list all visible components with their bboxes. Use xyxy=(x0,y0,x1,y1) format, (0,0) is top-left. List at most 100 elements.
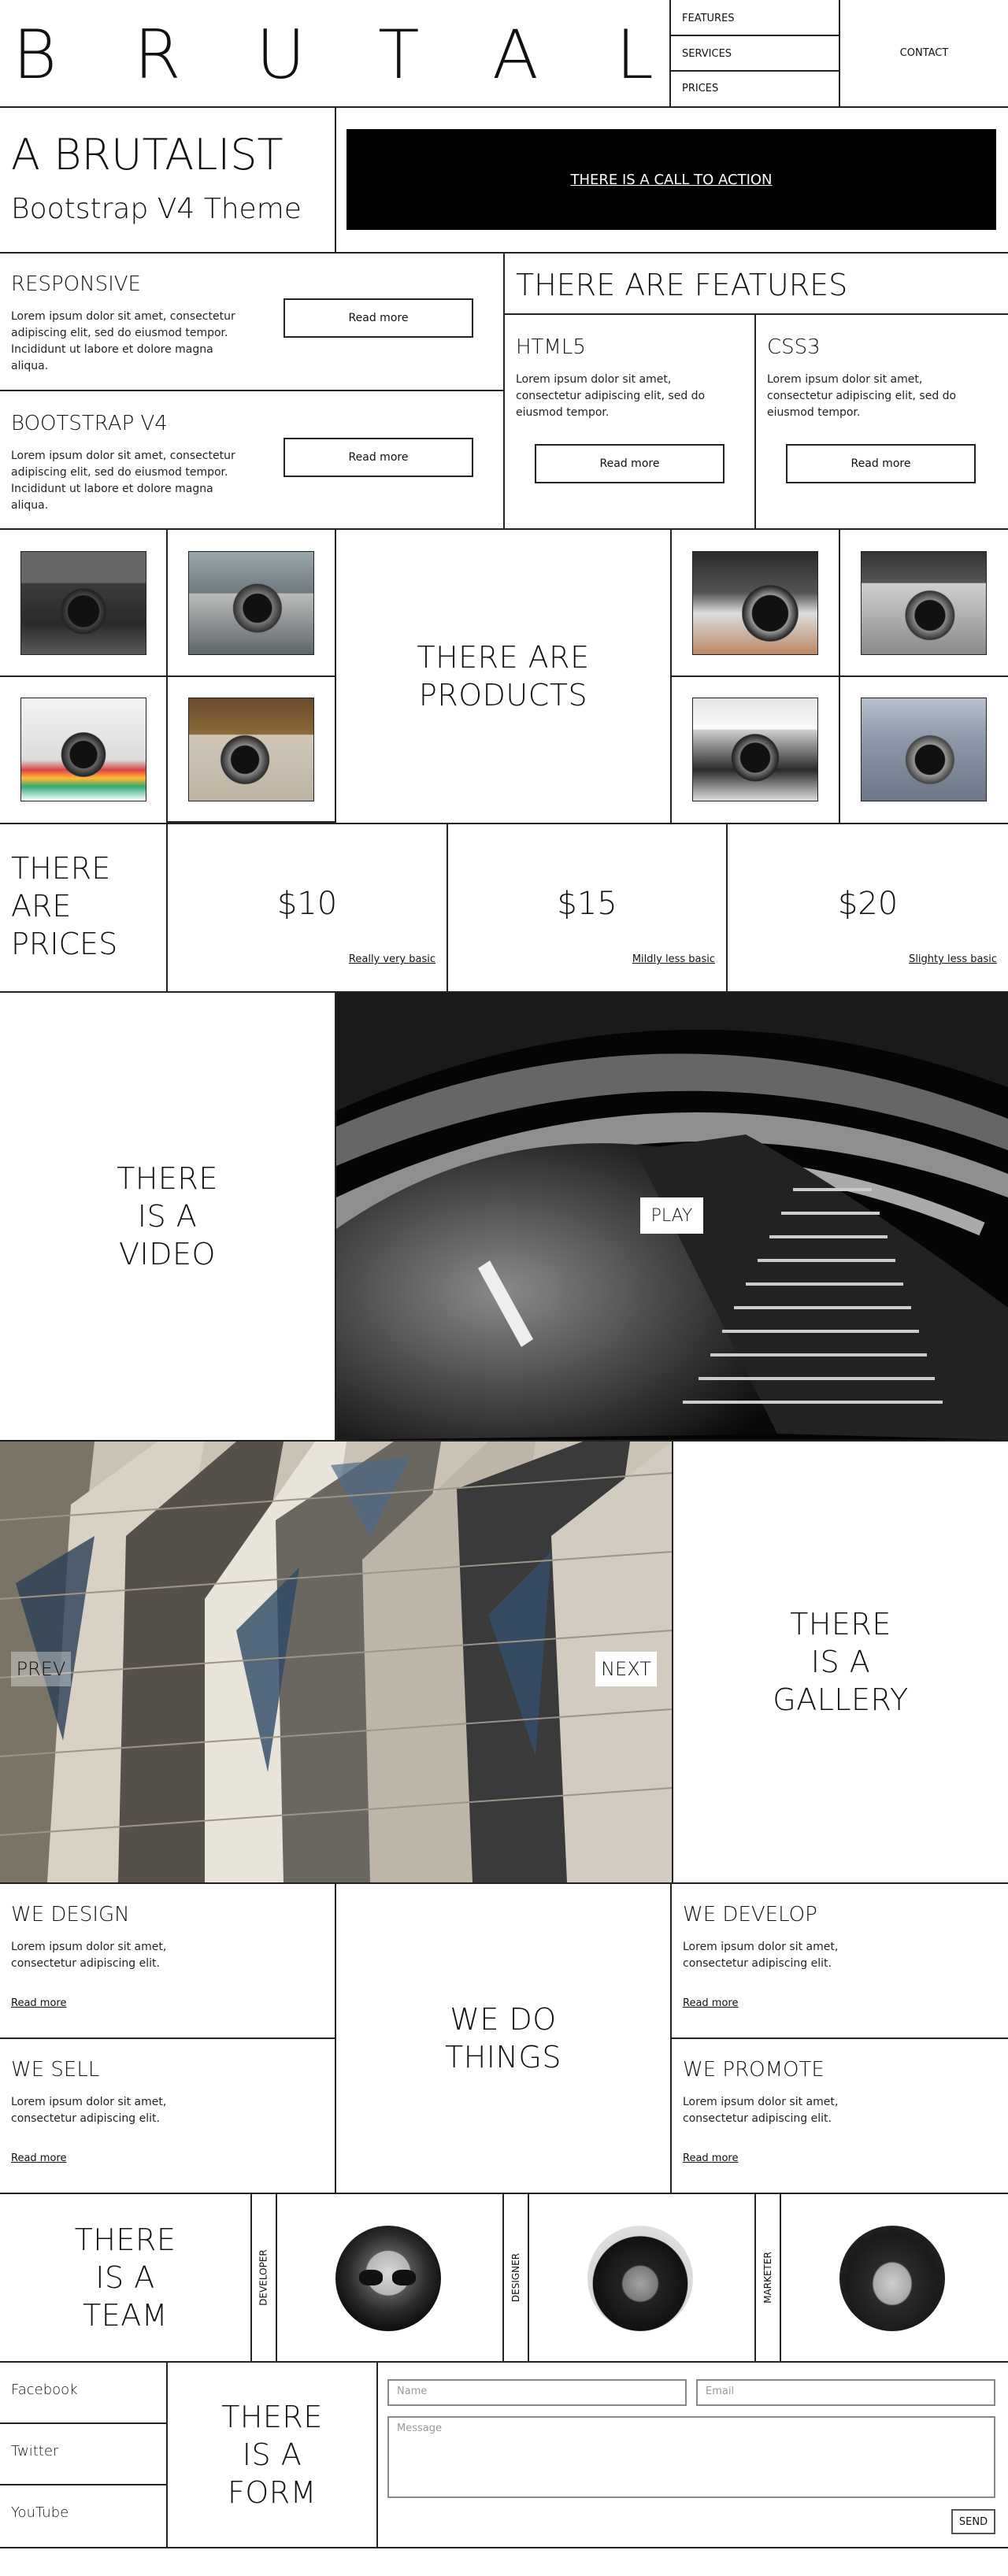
price-label[interactable]: Mildly less basic xyxy=(632,953,715,965)
logo-letter-t: T xyxy=(378,16,420,94)
products-section: THERE ARE PRODUCTS xyxy=(0,530,1008,824)
team-member-designer[interactable] xyxy=(529,2194,756,2361)
camera-image xyxy=(692,551,818,655)
cta-button[interactable]: THERE IS A CALL TO ACTION xyxy=(346,129,996,230)
price-plan-premium[interactable]: $20 Slighty less basic xyxy=(728,824,1008,991)
services-heading-line1: WE DO xyxy=(450,2002,557,2037)
price-plan-mild[interactable]: $15 Mildly less basic xyxy=(448,824,728,991)
gallery-section: PREV NEXT THERE IS A GALLERY xyxy=(0,1440,1008,1884)
service-read-more-link[interactable]: Read more xyxy=(683,2152,738,2164)
hero-section: A BRUTALIST Bootstrap V4 Theme THERE IS … xyxy=(0,108,1008,254)
hero-title-block: A BRUTALIST Bootstrap V4 Theme xyxy=(0,108,336,252)
service-title: WE DEVELOP xyxy=(683,1903,817,1926)
team-heading-line2: IS A xyxy=(95,2260,155,2295)
camera-image xyxy=(861,551,987,655)
css3-read-more-button[interactable]: Read more xyxy=(786,444,976,483)
camera-image xyxy=(188,551,314,655)
product-cell[interactable] xyxy=(168,677,336,823)
video-heading-line3: VIDEO xyxy=(119,1237,216,1271)
contact-form: Name Email Message SEND xyxy=(378,2363,1008,2547)
product-cell[interactable] xyxy=(840,677,1008,823)
social-link-facebook[interactable]: Facebook xyxy=(0,2363,166,2424)
prices-section: THERE ARE PRICES $10 Really very basic $… xyxy=(0,824,1008,993)
team-heading-line3: TEAM xyxy=(82,2298,168,2333)
email-field[interactable]: Email xyxy=(696,2379,995,2406)
prices-heading-line3: PRICES xyxy=(11,927,118,961)
message-field[interactable]: Message xyxy=(387,2416,995,2498)
gallery-heading-line2: IS A xyxy=(810,1645,871,1679)
nav-item-prices[interactable]: PRICES xyxy=(671,72,839,106)
social-link-twitter[interactable]: Twitter xyxy=(0,2424,166,2485)
price-plan-basic[interactable]: $10 Really very basic xyxy=(168,824,448,991)
feature-html5: HTML5 Lorem ipsum dolor sit amet, consec… xyxy=(505,315,756,528)
service-text: Lorem ipsum dolor sit amet, consectetur … xyxy=(11,2096,167,2125)
bootstrap-read-more-button[interactable]: Read more xyxy=(284,438,473,477)
product-cell[interactable] xyxy=(672,677,840,823)
form-heading-line2: IS A xyxy=(242,2437,302,2472)
prices-heading-line1: THERE xyxy=(11,851,111,886)
price-label[interactable]: Really very basic xyxy=(349,953,435,965)
service-text: Lorem ipsum dolor sit amet, consectetur … xyxy=(11,1941,167,1970)
responsive-read-more-button[interactable]: Read more xyxy=(284,298,473,338)
gallery-slider[interactable]: PREV NEXT xyxy=(0,1442,672,1882)
service-read-more-link[interactable]: Read more xyxy=(11,1997,66,2009)
feature-css3: CSS3 Lorem ipsum dolor sit amet, consect… xyxy=(756,315,1008,528)
price-value: $10 xyxy=(276,886,338,922)
gallery-heading-line1: THERE xyxy=(790,1607,891,1641)
features-heading-block: THERE ARE FEATURES xyxy=(505,254,1008,315)
nav-item-contact[interactable]: CONTACT xyxy=(840,0,1008,106)
service-read-more-link[interactable]: Read more xyxy=(683,1997,738,2009)
gallery-prev-button[interactable]: PREV xyxy=(11,1652,71,1686)
nav-label: PRICES xyxy=(682,83,719,94)
logo[interactable]: B R U T A L xyxy=(0,0,671,106)
services-heading-line2: THINGS xyxy=(445,2040,561,2074)
team-role-label: DEVELOPER xyxy=(258,2249,270,2306)
social-label: Twitter xyxy=(11,2443,59,2459)
team-member-developer[interactable] xyxy=(277,2194,504,2361)
services-heading-block: WE DO THINGS xyxy=(336,1884,672,2193)
html5-read-more-button[interactable]: Read more xyxy=(535,444,724,483)
team-member-marketer[interactable] xyxy=(781,2194,1008,2361)
video-player[interactable]: PLAY xyxy=(336,993,1008,1440)
camera-image xyxy=(188,698,314,801)
cta-label: THERE IS A CALL TO ACTION xyxy=(570,171,773,188)
nav-item-services[interactable]: SERVICES xyxy=(671,36,839,72)
camera-image xyxy=(20,698,146,801)
products-heading-block: THERE ARE PRODUCTS xyxy=(336,530,672,823)
avatar xyxy=(587,2226,693,2331)
bootstrap-title: BOOTSTRAP V4 xyxy=(11,412,168,435)
gallery-heading-line3: GALLERY xyxy=(773,1682,909,1717)
product-cell[interactable] xyxy=(840,530,1008,677)
price-label[interactable]: Slighty less basic xyxy=(909,953,997,965)
gallery-next-button[interactable]: NEXT xyxy=(595,1652,657,1686)
social-link-youtube[interactable]: YouTube xyxy=(0,2485,166,2547)
responsive-title: RESPONSIVE xyxy=(11,272,141,296)
product-cell[interactable] xyxy=(0,530,168,677)
team-heading-block: THERE IS A TEAM xyxy=(0,2194,252,2361)
service-read-more-link[interactable]: Read more xyxy=(11,2152,66,2164)
product-cell[interactable] xyxy=(0,677,168,823)
responsive-block: RESPONSIVE Lorem ipsum dolor sit amet, c… xyxy=(0,254,505,391)
video-heading-block: THERE IS A VIDEO xyxy=(0,993,336,1440)
form-heading-line1: THERE xyxy=(221,2400,323,2434)
service-sell: WE SELL Lorem ipsum dolor sit amet, cons… xyxy=(0,2039,336,2193)
service-promote: WE PROMOTE Lorem ipsum dolor sit amet, c… xyxy=(672,2039,1008,2193)
gallery-image xyxy=(0,1442,672,1882)
product-cell[interactable] xyxy=(168,530,336,677)
bootstrap-text: Lorem ipsum dolor sit amet, consectetur … xyxy=(11,450,235,512)
gallery-heading-block: THERE IS A GALLERY xyxy=(672,1442,1008,1882)
products-heading-line1: THERE ARE xyxy=(417,640,590,675)
name-field[interactable]: Name xyxy=(387,2379,687,2406)
nav-item-features[interactable]: FEATURES xyxy=(671,0,839,36)
site-header: B R U T A L FEATURES SERVICES PRICES CON… xyxy=(0,0,1008,108)
products-heading-line2: PRODUCTS xyxy=(418,678,588,712)
product-cell[interactable] xyxy=(672,530,840,677)
contact-section: Facebook Twitter YouTube THERE IS A FORM… xyxy=(0,2363,1008,2548)
feature-text: Lorem ipsum dolor sit amet, consectetur … xyxy=(516,373,706,419)
nav-label: FEATURES xyxy=(682,13,735,24)
service-title: WE DESIGN xyxy=(11,1903,130,1926)
play-button[interactable]: PLAY xyxy=(640,1197,703,1234)
prices-heading-block: THERE ARE PRICES xyxy=(0,824,168,991)
logo-letter-b: B xyxy=(13,16,57,94)
send-button[interactable]: SEND xyxy=(951,2509,995,2534)
